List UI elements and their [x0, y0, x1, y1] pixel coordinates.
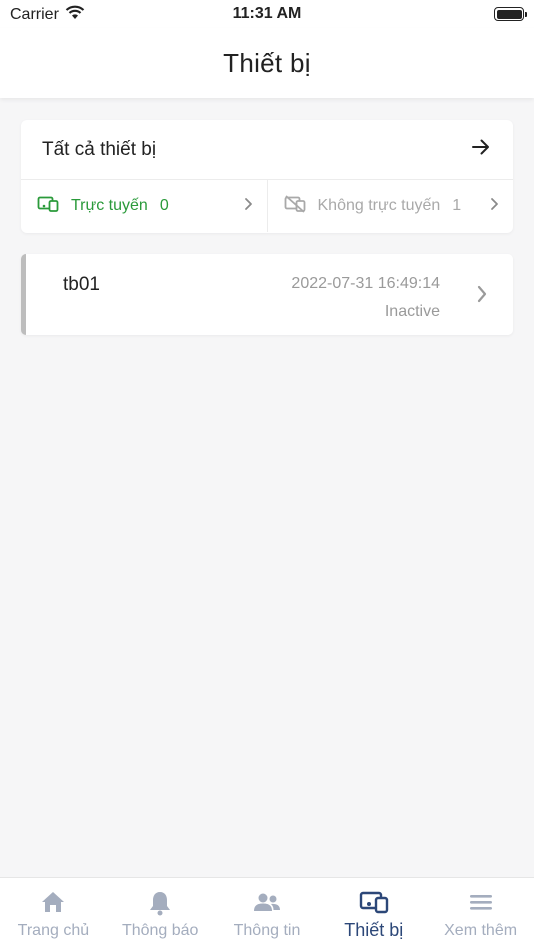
tab-label: Thiết bị: [344, 920, 404, 940]
device-offline-icon: [284, 194, 306, 218]
tab-label: Xem thêm: [444, 922, 518, 939]
devices-icon: [320, 890, 427, 920]
chevron-right-icon: [476, 284, 488, 309]
device-status: Inactive: [384, 303, 440, 320]
all-devices-label: Tất cả thiết bị: [42, 138, 157, 160]
online-label: Trực tuyến: [71, 197, 148, 214]
home-icon: [0, 890, 107, 920]
arrow-right-icon: [471, 138, 491, 161]
all-devices-row[interactable]: Tất cả thiết bị: [21, 120, 513, 180]
chevron-right-icon: [243, 197, 253, 216]
users-icon: [214, 890, 321, 920]
status-time: 11:31 AM: [232, 5, 302, 22]
page-title: Thiết bị: [223, 48, 311, 78]
device-last-seen: 2022-07-31 16:49:14: [291, 275, 440, 292]
nav-header: Thiết bị: [0, 28, 534, 98]
device-name: tb01: [63, 274, 100, 295]
device-online-icon: [37, 196, 59, 217]
offline-filter[interactable]: Không trực tuyến 1: [266, 180, 514, 232]
online-count: 0: [159, 197, 169, 214]
tab-notifications[interactable]: Thông báo: [107, 878, 214, 950]
tab-home[interactable]: Trang chủ: [0, 878, 107, 950]
status-filter-row: Trực tuyến 0 Không trực tuyến 1: [21, 180, 513, 232]
tab-label: Trang chủ: [17, 922, 90, 939]
bell-icon: [107, 890, 214, 920]
offline-count: 1: [452, 197, 462, 214]
tab-bar: Trang chủ Thông báo Thông tin Thiết bị X…: [0, 877, 534, 950]
menu-icon: [427, 890, 534, 920]
online-filter[interactable]: Trực tuyến 0: [21, 180, 267, 232]
offline-label: Không trực tuyến: [317, 197, 441, 214]
tab-info[interactable]: Thông tin: [214, 878, 321, 950]
chevron-right-icon: [489, 197, 499, 216]
tab-label: Thông báo: [121, 922, 199, 939]
tab-devices[interactable]: Thiết bị: [320, 878, 427, 950]
tab-label: Thông tin: [233, 922, 301, 939]
tab-more[interactable]: Xem thêm: [427, 878, 534, 950]
device-card[interactable]: tb01 2022-07-31 16:49:14 Inactive: [21, 254, 513, 335]
device-summary-card: Tất cả thiết bị Trực tuyến 0 Không trực …: [21, 120, 513, 233]
battery-icon: [494, 7, 527, 21]
status-bar: Carrier 11:31 AM: [0, 0, 534, 28]
